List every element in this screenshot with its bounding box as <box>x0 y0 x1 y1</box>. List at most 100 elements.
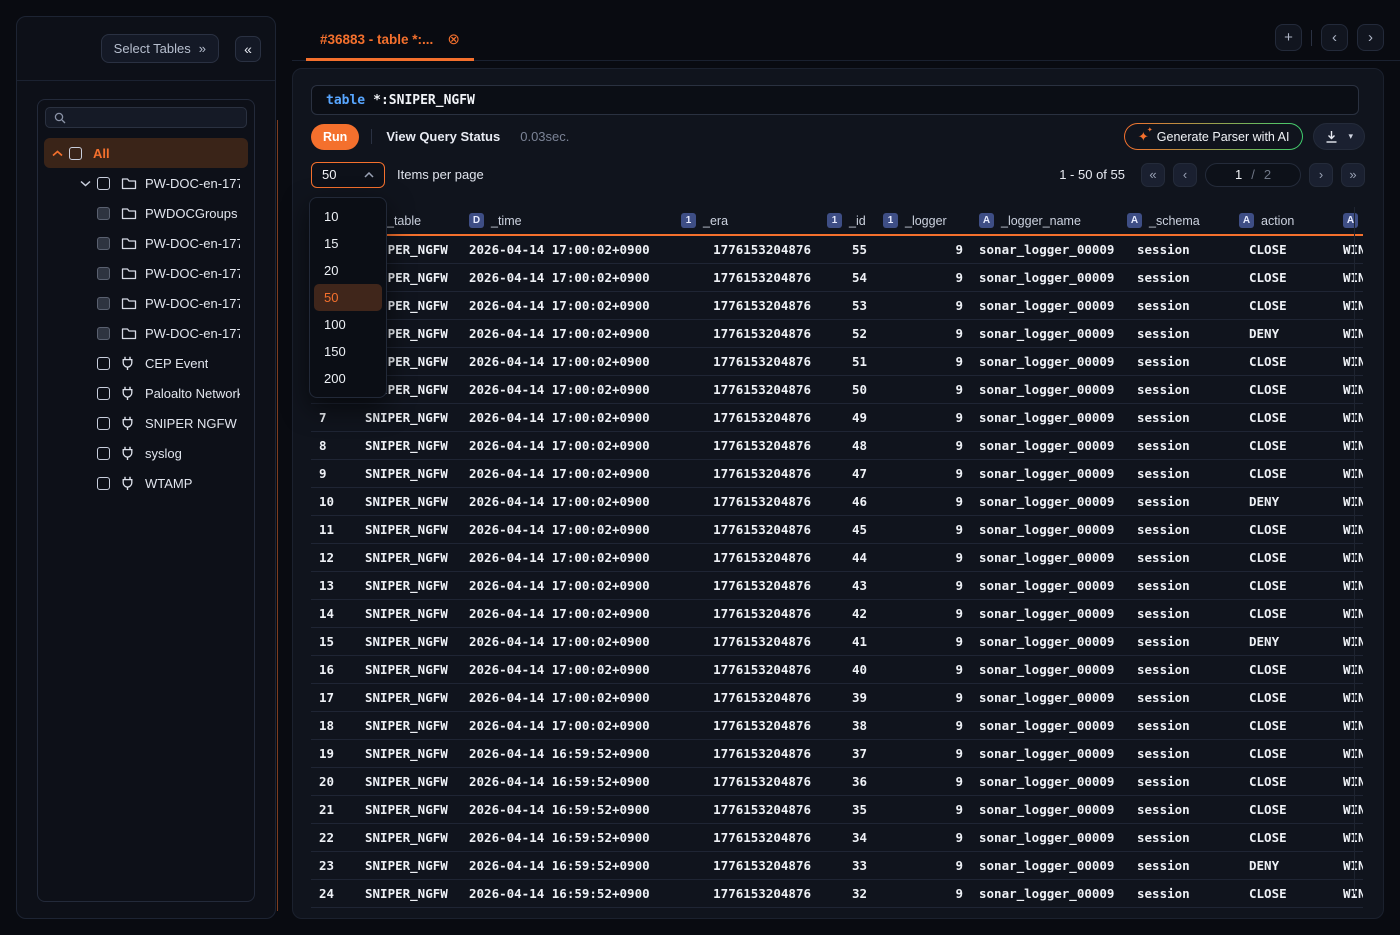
table-search-input[interactable] <box>72 111 238 125</box>
table-row[interactable]: 7SNIPER_NGFW2026-04-14 17:00:02+09001776… <box>311 404 1363 432</box>
query-input[interactable]: table *:SNIPER_NGFW <box>311 85 1359 115</box>
scroll-tabs-left-button[interactable]: ‹ <box>1321 24 1348 51</box>
column-header-id[interactable]: 1_id <box>819 213 875 228</box>
table-row[interactable]: 10SNIPER_NGFW2026-04-14 17:00:02+0900177… <box>311 488 1363 516</box>
column-header-era[interactable]: 1_era <box>673 213 819 228</box>
collapse-sidebar-button[interactable]: « <box>235 36 261 62</box>
panel-resizer-handle[interactable] <box>277 120 278 911</box>
items-per-page-option-200[interactable]: 200 <box>314 365 382 392</box>
table-row[interactable]: 20SNIPER_NGFW2026-04-14 16:59:52+0900177… <box>311 768 1363 796</box>
column-type-badge: A <box>979 213 994 228</box>
checkbox[interactable] <box>97 327 110 340</box>
cell-id: 36 <box>819 774 875 789</box>
table-row[interactable]: 21SNIPER_NGFW2026-04-14 16:59:52+0900177… <box>311 796 1363 824</box>
cell-logger_name: sonar_logger_00009 <box>971 438 1119 453</box>
table-row[interactable]: 5SNIPER_NGFW2026-04-14 17:00:02+09001776… <box>311 348 1363 376</box>
items-per-page-option-20[interactable]: 20 <box>314 257 382 284</box>
table-row[interactable]: 22SNIPER_NGFW2026-04-14 16:59:52+0900177… <box>311 824 1363 852</box>
checkbox[interactable] <box>69 147 82 160</box>
items-per-page-select[interactable]: 50 <box>311 162 385 188</box>
tree-item-cep-event[interactable]: CEP Event <box>44 348 248 378</box>
items-per-page-option-150[interactable]: 150 <box>314 338 382 365</box>
cell-era: 1776153204876 <box>673 578 819 593</box>
cell-action: CLOSE <box>1231 746 1335 761</box>
table-row[interactable]: 12SNIPER_NGFW2026-04-14 17:00:02+0900177… <box>311 544 1363 572</box>
checkbox[interactable] <box>97 267 110 280</box>
next-page-button[interactable]: › <box>1309 163 1333 187</box>
first-page-button[interactable]: « <box>1141 163 1165 187</box>
tree-item-pw-doc-en-17757[interactable]: PW-DOC-en-17757 <box>44 288 248 318</box>
table-search[interactable] <box>45 107 247 128</box>
checkbox[interactable] <box>97 207 110 220</box>
query-tab-label: #36883 - table *:... <box>320 32 433 47</box>
table-row[interactable]: 14SNIPER_NGFW2026-04-14 17:00:02+0900177… <box>311 600 1363 628</box>
table-row[interactable]: 18SNIPER_NGFW2026-04-14 17:00:02+0900177… <box>311 712 1363 740</box>
checkbox[interactable] <box>97 237 110 250</box>
cell-logger: 9 <box>875 830 971 845</box>
checkbox[interactable] <box>97 387 110 400</box>
query-tab[interactable]: #36883 - table *:... ⊗ <box>306 18 474 60</box>
checkbox[interactable] <box>97 177 110 190</box>
vertical-scrollbar[interactable] <box>1354 207 1355 894</box>
table-row[interactable]: 24SNIPER_NGFW2026-04-14 16:59:52+0900177… <box>311 880 1363 908</box>
run-button[interactable]: Run <box>311 124 359 150</box>
table-row[interactable]: 19SNIPER_NGFW2026-04-14 16:59:52+0900177… <box>311 740 1363 768</box>
generate-parser-button[interactable]: ✦✦ Generate Parser with AI <box>1124 123 1304 150</box>
tree-item-pw-doc-en-17757[interactable]: PW-DOC-en-17757 <box>44 228 248 258</box>
tree-item-all[interactable]: All <box>44 138 248 168</box>
tree-item-pwdocgroups[interactable]: PWDOCGroups <box>44 198 248 228</box>
tree-item-pw-doc-en-17757[interactable]: PW-DOC-en-17757 <box>44 318 248 348</box>
table-row[interactable]: 13SNIPER_NGFW2026-04-14 17:00:02+0900177… <box>311 572 1363 600</box>
cell-extra: WINS <box>1335 578 1363 593</box>
table-row[interactable]: 3SNIPER_NGFW2026-04-14 17:00:02+09001776… <box>311 292 1363 320</box>
cell-time: 2026-04-14 16:59:52+0900 <box>461 802 673 817</box>
checkbox[interactable] <box>97 357 110 370</box>
table-row[interactable]: 23SNIPER_NGFW2026-04-14 16:59:52+0900177… <box>311 852 1363 880</box>
column-header-schema[interactable]: A_schema <box>1119 213 1231 228</box>
items-per-page-option-10[interactable]: 10 <box>314 203 382 230</box>
select-tables-button[interactable]: Select Tables » <box>101 34 219 63</box>
checkbox[interactable] <box>97 447 110 460</box>
table-row[interactable]: 9SNIPER_NGFW2026-04-14 17:00:02+09001776… <box>311 460 1363 488</box>
expand-caret-icon[interactable] <box>80 180 96 187</box>
table-row[interactable]: 1SNIPER_NGFW2026-04-14 17:00:02+09001776… <box>311 236 1363 264</box>
column-header-logger_name[interactable]: A_logger_name <box>971 213 1119 228</box>
prev-page-button[interactable]: ‹ <box>1173 163 1197 187</box>
tree-item-sniper-ngfw[interactable]: SNIPER NGFW <box>44 408 248 438</box>
page-number-field[interactable]: 1 / 2 <box>1205 163 1301 187</box>
tree-item-wtamp[interactable]: WTAMP <box>44 468 248 498</box>
download-button[interactable]: ▾ <box>1313 123 1365 150</box>
table-row[interactable]: 16SNIPER_NGFW2026-04-14 17:00:02+0900177… <box>311 656 1363 684</box>
cell-time: 2026-04-14 17:00:02+0900 <box>461 242 673 257</box>
column-header-time[interactable]: D_time <box>461 213 673 228</box>
column-header-action[interactable]: Aaction <box>1231 213 1335 228</box>
tree-item-pw-doc-en-17757[interactable]: PW-DOC-en-17757 <box>44 168 248 198</box>
close-tab-icon[interactable]: ⊗ <box>447 30 460 48</box>
table-row[interactable]: 2SNIPER_NGFW2026-04-14 17:00:02+09001776… <box>311 264 1363 292</box>
download-options-caret-icon[interactable]: ▾ <box>1348 131 1353 142</box>
checkbox[interactable] <box>97 417 110 430</box>
new-tab-button[interactable]: + <box>1275 24 1302 51</box>
view-query-status-link[interactable]: View Query Status <box>386 129 500 144</box>
tree-item-syslog[interactable]: syslog <box>44 438 248 468</box>
collapse-caret-icon[interactable] <box>52 150 68 157</box>
tree-item-paloalto-networks-n[interactable]: Paloalto Networks N <box>44 378 248 408</box>
items-per-page-option-50[interactable]: 50 <box>314 284 382 311</box>
column-header-logger[interactable]: 1_logger <box>875 213 971 228</box>
table-row[interactable]: 6SNIPER_NGFW2026-04-14 17:00:02+09001776… <box>311 376 1363 404</box>
table-row[interactable]: 15SNIPER_NGFW2026-04-14 17:00:02+0900177… <box>311 628 1363 656</box>
column-header-extra[interactable]: Ac <box>1335 213 1363 228</box>
last-page-button[interactable]: » <box>1341 163 1365 187</box>
table-row[interactable]: 11SNIPER_NGFW2026-04-14 17:00:02+0900177… <box>311 516 1363 544</box>
scroll-tabs-right-button[interactable]: › <box>1357 24 1384 51</box>
cell-time: 2026-04-14 16:59:52+0900 <box>461 830 673 845</box>
tree-item-pw-doc-en-17757[interactable]: PW-DOC-en-17757 <box>44 258 248 288</box>
items-per-page-option-100[interactable]: 100 <box>314 311 382 338</box>
table-row[interactable]: 4SNIPER_NGFW2026-04-14 17:00:02+09001776… <box>311 320 1363 348</box>
items-per-page-option-15[interactable]: 15 <box>314 230 382 257</box>
checkbox[interactable] <box>97 297 110 310</box>
table-row[interactable]: 17SNIPER_NGFW2026-04-14 17:00:02+0900177… <box>311 684 1363 712</box>
checkbox[interactable] <box>97 477 110 490</box>
cell-action: DENY <box>1231 634 1335 649</box>
table-row[interactable]: 8SNIPER_NGFW2026-04-14 17:00:02+09001776… <box>311 432 1363 460</box>
